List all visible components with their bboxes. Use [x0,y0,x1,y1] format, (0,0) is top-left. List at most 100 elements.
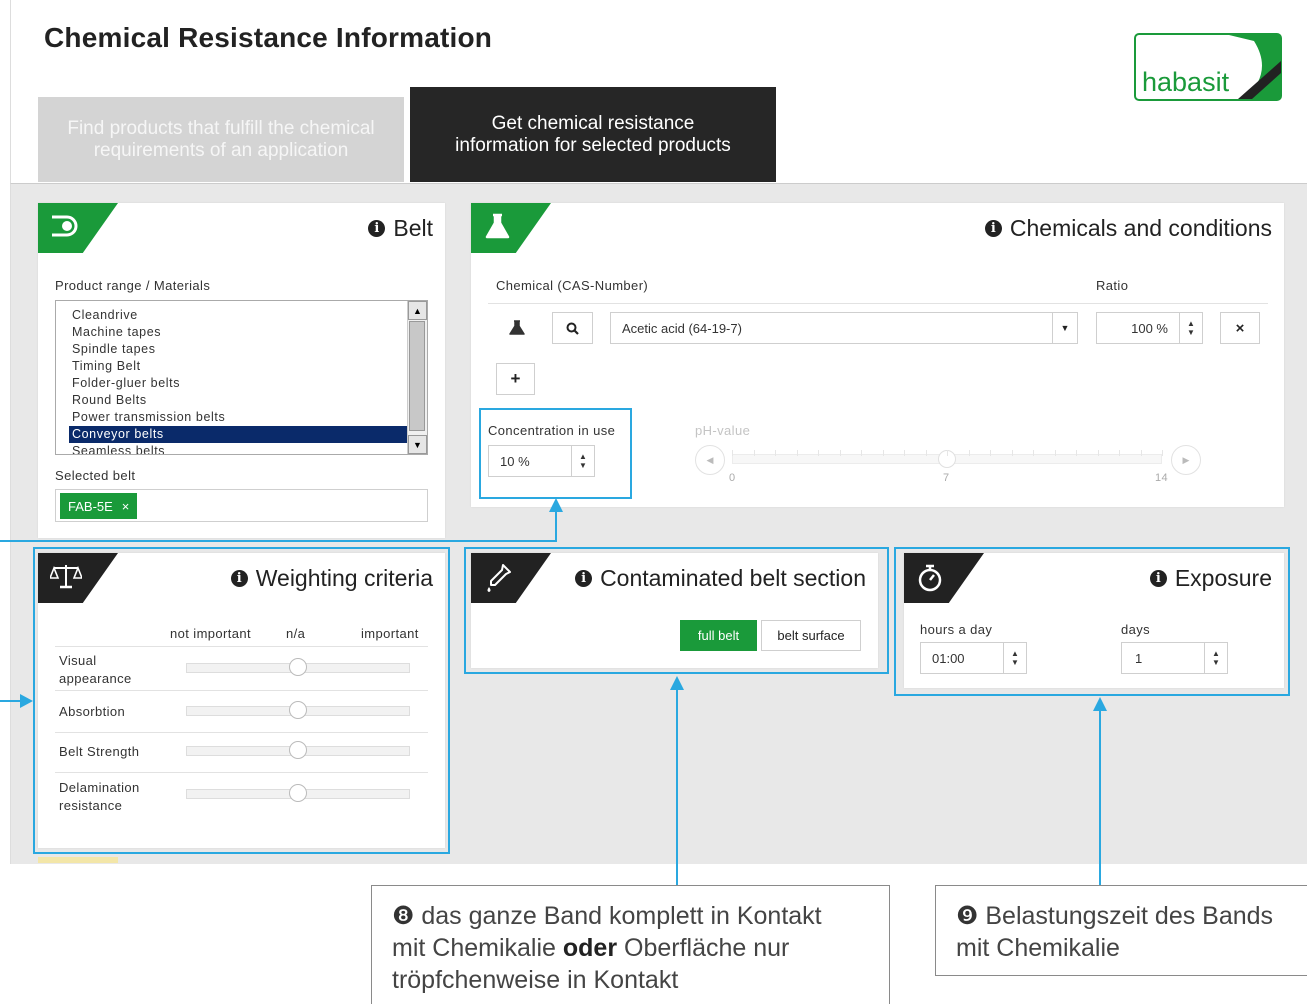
selected-belt-field[interactable]: FAB-5E × [55,489,428,522]
scrollbar-thumb[interactable] [409,321,425,431]
col-not-important: not important [170,626,252,641]
weighting-panel: i Weighting criteria not important n/a i… [38,553,445,848]
belt-strength-slider-knob[interactable] [289,741,307,759]
ph-increase-icon[interactable]: ▶ [1171,445,1201,475]
info-icon[interactable]: i [575,570,593,587]
habasit-logo: habasit [1134,33,1282,101]
contaminated-panel-corner [471,553,551,603]
chip-label: FAB-5E [68,498,113,514]
info-icon[interactable]: i [1149,570,1167,587]
days-value: 1 [1135,651,1143,666]
ratio-stepper[interactable]: 100 % ▲ ▼ [1096,312,1203,344]
belt-panel: i Belt Product range / Materials Cleandr… [38,203,445,538]
ph-tick-mark [1162,450,1163,456]
ph-tick-mark [1055,450,1056,456]
callout-8-line3: tröpfchenweise in Kontakt [392,966,679,994]
ph-tick-mark [1119,450,1120,456]
list-item[interactable]: Timing Belt [56,358,427,375]
ratio-value: 100 % [1131,321,1168,336]
exposure-panel: i Exposure hours a day 01:00 ▲ ▼ days 1 ▲… [904,553,1284,688]
ph-tick-mark [732,450,733,456]
hours-a-day-stepper[interactable]: 01:00 ▲ ▼ [920,642,1027,674]
absorbtion-slider-knob[interactable] [289,701,307,719]
info-icon[interactable]: i [230,570,248,587]
criterion-visual-line1: Visual [59,653,97,668]
ph-tick-mark [754,450,755,456]
selected-belt-chip[interactable]: FAB-5E × [60,493,138,519]
list-item[interactable]: Conveyor belts [69,426,425,443]
ratio-spin-arrows-icon[interactable]: ▲ ▼ [1179,313,1202,343]
belt-surface-button[interactable]: belt surface [761,620,861,651]
ph-tick-7: 7 [943,472,950,484]
callout-8: ❽ das ganze Band komplett in Kontakt mit… [371,885,890,1004]
product-range-listbox[interactable]: Cleandrive Machine tapes Spindle tapes Timi… [55,300,428,455]
chemicals-panel-title: i Chemicals and conditions [984,215,1272,242]
days-spin-arrows-icon[interactable]: ▲ ▼ [1204,643,1227,673]
exposure-title-text: Exposure [1174,565,1272,591]
remove-chemical-button[interactable]: × [1220,312,1260,344]
tab-get-line2: information for selected products [455,134,731,156]
ph-decrease-icon[interactable]: ◀ [695,445,725,475]
ph-tick-mark [904,450,905,456]
tab-find-products[interactable]: Find products that fulfill the chemical r… [38,97,404,182]
concentration-value: 10 % [500,454,530,469]
add-chemical-button[interactable]: + [496,363,535,395]
list-item[interactable]: Seamless belts [56,443,427,454]
exposure-panel-corner [904,553,984,603]
chip-remove-icon[interactable]: × [122,499,130,514]
product-range-label: Product range / Materials [55,278,211,293]
chemical-select[interactable]: Acetic acid (64-19-7) ▼ [610,312,1078,344]
contaminated-panel-title: i Contaminated belt section [575,565,866,592]
callout-8-bold: oder [562,934,618,962]
panel-stub [38,857,118,863]
hours-a-day-label: hours a day [920,622,993,637]
concentration-spin-arrows-icon[interactable]: ▲ ▼ [571,446,594,476]
ph-tick-mark [926,450,927,456]
ph-tick-mark [797,450,798,456]
list-item[interactable]: Folder-gluer belts [56,375,427,392]
list-item[interactable]: Power transmission belts [56,409,427,426]
delamination-slider-knob[interactable] [289,784,307,802]
visual-appearance-slider-knob[interactable] [289,658,307,676]
search-chemical-button[interactable] [552,312,593,344]
ph-tick-mark [840,450,841,456]
callout-8-line2b: Oberfläche nur [617,934,790,962]
list-item[interactable]: Round Belts [56,392,427,409]
chemical-flask-icon [509,320,525,335]
days-stepper[interactable]: 1 ▲ ▼ [1121,642,1228,674]
chevron-down-icon[interactable]: ▼ [1052,313,1077,343]
listbox-scrollbar[interactable]: ▲ ▼ [407,301,427,454]
flask-icon [485,213,510,239]
list-item[interactable]: Spindle tapes [56,341,427,358]
tab-get-line1: Get chemical resistance [491,112,695,134]
weighting-panel-corner [38,553,118,603]
callout-8-line1: das ganze Band komplett in Kontakt [421,902,822,930]
ph-tick-mark [1141,450,1142,456]
info-icon[interactable]: i [984,220,1002,237]
scale-icon [50,565,82,589]
list-item[interactable]: Cleandrive [56,307,427,324]
scroll-down-arrow-icon[interactable]: ▼ [408,435,427,454]
list-item[interactable]: Machine tapes [56,324,427,341]
ph-tick-mark [969,450,970,456]
hours-spin-arrows-icon[interactable]: ▲ ▼ [1003,643,1026,673]
belt-title-text: Belt [393,215,433,241]
callout-9-line1: Belastungszeit des Bands [985,902,1274,930]
chemicals-panel-corner [471,203,551,253]
info-icon[interactable]: i [368,220,386,237]
callout-8-line2a: mit Chemikalie [392,934,563,962]
chemical-label: Chemical (CAS-Number) [496,278,649,293]
ph-label: pH-value [695,423,751,438]
criterion-label-visual: Visual appearance [59,652,132,688]
ph-tick-mark [1098,450,1099,456]
tab-get-resistance-info[interactable]: Get chemical resistance information for s… [410,87,776,182]
criterion-label-belt-strength: Belt Strength [59,744,140,759]
search-icon [566,322,579,335]
weighting-title-text: Weighting criteria [255,565,433,591]
row-divider [55,772,428,773]
ph-tick-mark [1033,450,1034,456]
full-belt-button[interactable]: full belt [680,620,757,651]
criterion-delamination-line1: Delamination [59,780,140,795]
scroll-up-arrow-icon[interactable]: ▲ [408,301,427,320]
concentration-stepper[interactable]: 10 % ▲ ▼ [488,445,595,477]
